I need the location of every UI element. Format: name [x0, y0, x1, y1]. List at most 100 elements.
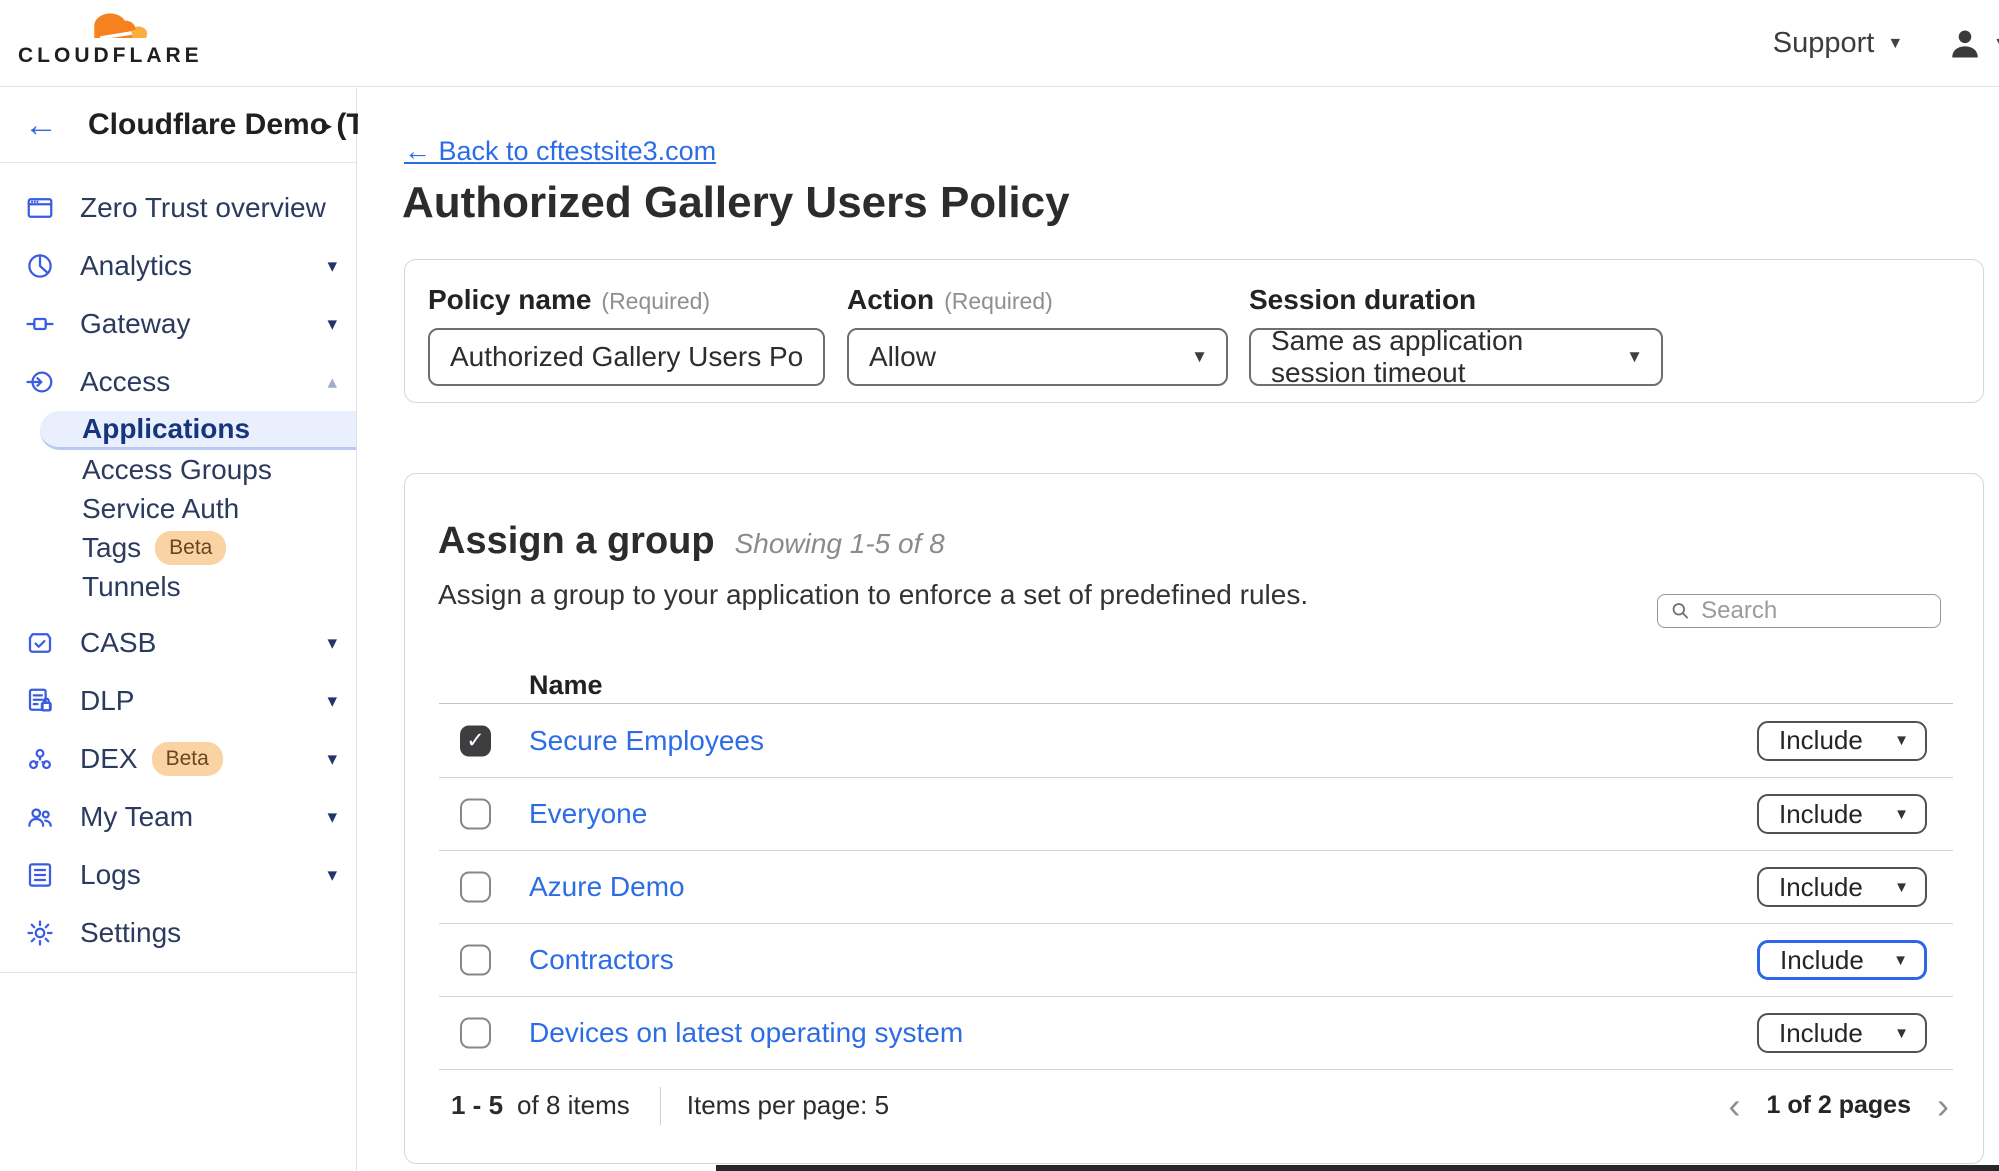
- window-icon: [25, 193, 55, 223]
- sidebar-item-logs[interactable]: Logs ▾: [0, 846, 356, 904]
- gateway-icon: [25, 309, 55, 339]
- sidebar-item-service-auth[interactable]: Service Auth: [0, 489, 356, 528]
- groups-table: Name ✓ Secure Employees Include ▼ Everyo…: [439, 670, 1953, 1141]
- back-to-site-link[interactable]: ← Back to cftestsite3.com: [404, 136, 716, 167]
- sidebar-item-applications[interactable]: Applications: [40, 411, 356, 450]
- sidebar-item-label: Zero Trust overview: [80, 192, 326, 224]
- support-label: Support: [1773, 27, 1875, 60]
- include-select-focused[interactable]: Include ▼: [1757, 940, 1927, 980]
- support-menu[interactable]: Support ▼: [1773, 27, 1903, 60]
- row-checkbox[interactable]: [460, 1018, 491, 1049]
- chevron-down-icon: ▼: [1993, 35, 1999, 53]
- action-select[interactable]: Allow ▼: [847, 328, 1228, 386]
- table-row: Everyone Include ▼: [439, 777, 1953, 850]
- sidebar-item-my-team[interactable]: My Team ▾: [0, 788, 356, 846]
- include-select[interactable]: Include ▼: [1757, 867, 1927, 907]
- group-link[interactable]: Azure Demo: [529, 871, 685, 903]
- sidebar-item-label: Applications: [82, 413, 250, 445]
- document-lock-icon: [25, 686, 55, 716]
- check-icon: ✓: [466, 728, 484, 754]
- chevron-down-icon: ▾: [327, 255, 337, 278]
- row-checkbox[interactable]: [460, 799, 491, 830]
- table-footer: 1 - 5 of 8 items Items per page: 5 ‹ 1 o…: [439, 1069, 1953, 1141]
- cloudflare-logo[interactable]: CLOUDFLARE: [18, 4, 178, 68]
- sidebar-item-label: DEX: [80, 743, 138, 775]
- sidebar-item-casb[interactable]: CASB ▾: [0, 614, 356, 672]
- sidebar-item-label: CASB: [80, 627, 156, 659]
- action-label: Action: [847, 284, 934, 315]
- sidebar-item-label: Tunnels: [82, 571, 181, 603]
- beta-badge: Beta: [155, 531, 226, 565]
- chevron-down-icon: ▼: [1894, 806, 1909, 823]
- group-link[interactable]: Contractors: [529, 944, 674, 976]
- sidebar-item-zero-trust-overview[interactable]: Zero Trust overview: [0, 179, 356, 237]
- chevron-down-icon: ▼: [1191, 347, 1208, 367]
- action-select-value: Allow: [869, 341, 936, 373]
- include-value: Include: [1779, 725, 1863, 756]
- sidebar-item-label: Settings: [80, 917, 181, 949]
- horizontal-scrollbar[interactable]: [716, 1165, 1999, 1171]
- sidebar-item-gateway[interactable]: Gateway ▾: [0, 295, 356, 353]
- team-icon: [25, 802, 55, 832]
- chevron-down-icon: ▼: [1626, 347, 1643, 367]
- session-duration-select[interactable]: Same as application session timeout ▼: [1249, 328, 1663, 386]
- sidebar-item-tags[interactable]: Tags Beta: [0, 528, 356, 567]
- sidebar: ← Cloudflare Demo (T... ▸ Zero Trust ove…: [0, 88, 357, 1171]
- cloudflare-wordmark: CLOUDFLARE: [18, 44, 178, 68]
- sidebar-item-access[interactable]: Access ▴: [0, 353, 356, 411]
- sidebar-item-tunnels[interactable]: Tunnels: [0, 567, 356, 606]
- showing-count: Showing 1-5 of 8: [735, 528, 945, 559]
- gear-icon: [25, 918, 55, 948]
- cloudflare-cloud-icon: [78, 4, 154, 46]
- sidebar-item-label: Analytics: [80, 250, 192, 282]
- table-row: Azure Demo Include ▼: [439, 850, 1953, 923]
- sidebar-item-access-groups[interactable]: Access Groups: [0, 450, 356, 489]
- beta-badge: Beta: [152, 742, 223, 776]
- account-switcher: ← Cloudflare Demo (T... ▸: [0, 88, 356, 163]
- search-icon: [1670, 599, 1691, 623]
- footer-divider: [660, 1087, 661, 1125]
- name-column-header: Name: [439, 670, 1953, 704]
- row-checkbox[interactable]: ✓: [460, 725, 491, 756]
- items-range: 1 - 5: [451, 1090, 503, 1121]
- include-select[interactable]: Include ▼: [1757, 721, 1927, 761]
- include-value: Include: [1779, 799, 1863, 830]
- table-row: Devices on latest operating system Inclu…: [439, 996, 1953, 1069]
- session-duration-label: Session duration: [1249, 284, 1476, 315]
- row-checkbox[interactable]: [460, 945, 491, 976]
- include-select[interactable]: Include ▼: [1757, 794, 1927, 834]
- table-row: ✓ Secure Employees Include ▼: [439, 704, 1953, 777]
- back-arrow-icon[interactable]: ←: [24, 108, 58, 142]
- chevron-down-icon: ▼: [1887, 35, 1903, 53]
- sidebar-item-analytics[interactable]: Analytics ▾: [0, 237, 356, 295]
- access-login-icon: [25, 367, 55, 397]
- group-link[interactable]: Secure Employees: [529, 725, 764, 757]
- chevron-down-icon: ▼: [1894, 732, 1909, 749]
- chevron-down-icon: ▼: [1894, 879, 1909, 896]
- sidebar-item-dlp[interactable]: DLP ▾: [0, 672, 356, 730]
- row-checkbox[interactable]: [460, 872, 491, 903]
- include-select[interactable]: Include ▼: [1757, 1013, 1927, 1053]
- previous-page-icon[interactable]: ‹: [1729, 1088, 1741, 1124]
- sidebar-item-dex[interactable]: DEX Beta ▾: [0, 730, 356, 788]
- group-link[interactable]: Devices on latest operating system: [529, 1017, 963, 1049]
- include-value: Include: [1780, 945, 1864, 976]
- chevron-up-icon: ▴: [327, 371, 337, 394]
- pie-chart-icon: [25, 251, 55, 281]
- next-page-icon[interactable]: ›: [1937, 1088, 1949, 1124]
- items-per-page: Items per page: 5: [687, 1090, 889, 1121]
- chevron-down-icon: ▼: [1893, 952, 1908, 969]
- group-link[interactable]: Everyone: [529, 798, 647, 830]
- pagination: ‹ 1 of 2 pages ›: [1729, 1088, 1950, 1124]
- user-account-menu[interactable]: ▼: [1947, 26, 1999, 62]
- items-total: of 8 items: [517, 1090, 630, 1121]
- top-app-bar: CLOUDFLARE Support ▼ ▼: [0, 0, 1999, 87]
- sidebar-item-label: Service Auth: [82, 493, 239, 525]
- policy-name-input[interactable]: [428, 328, 825, 386]
- search-input[interactable]: [1701, 597, 1930, 625]
- chevron-down-icon: ▾: [327, 806, 337, 829]
- caret-right-icon[interactable]: ▸: [322, 113, 332, 138]
- sidebar-item-settings[interactable]: Settings: [0, 904, 356, 962]
- network-nodes-icon: [25, 744, 55, 774]
- session-duration-value: Same as application session timeout: [1271, 325, 1614, 389]
